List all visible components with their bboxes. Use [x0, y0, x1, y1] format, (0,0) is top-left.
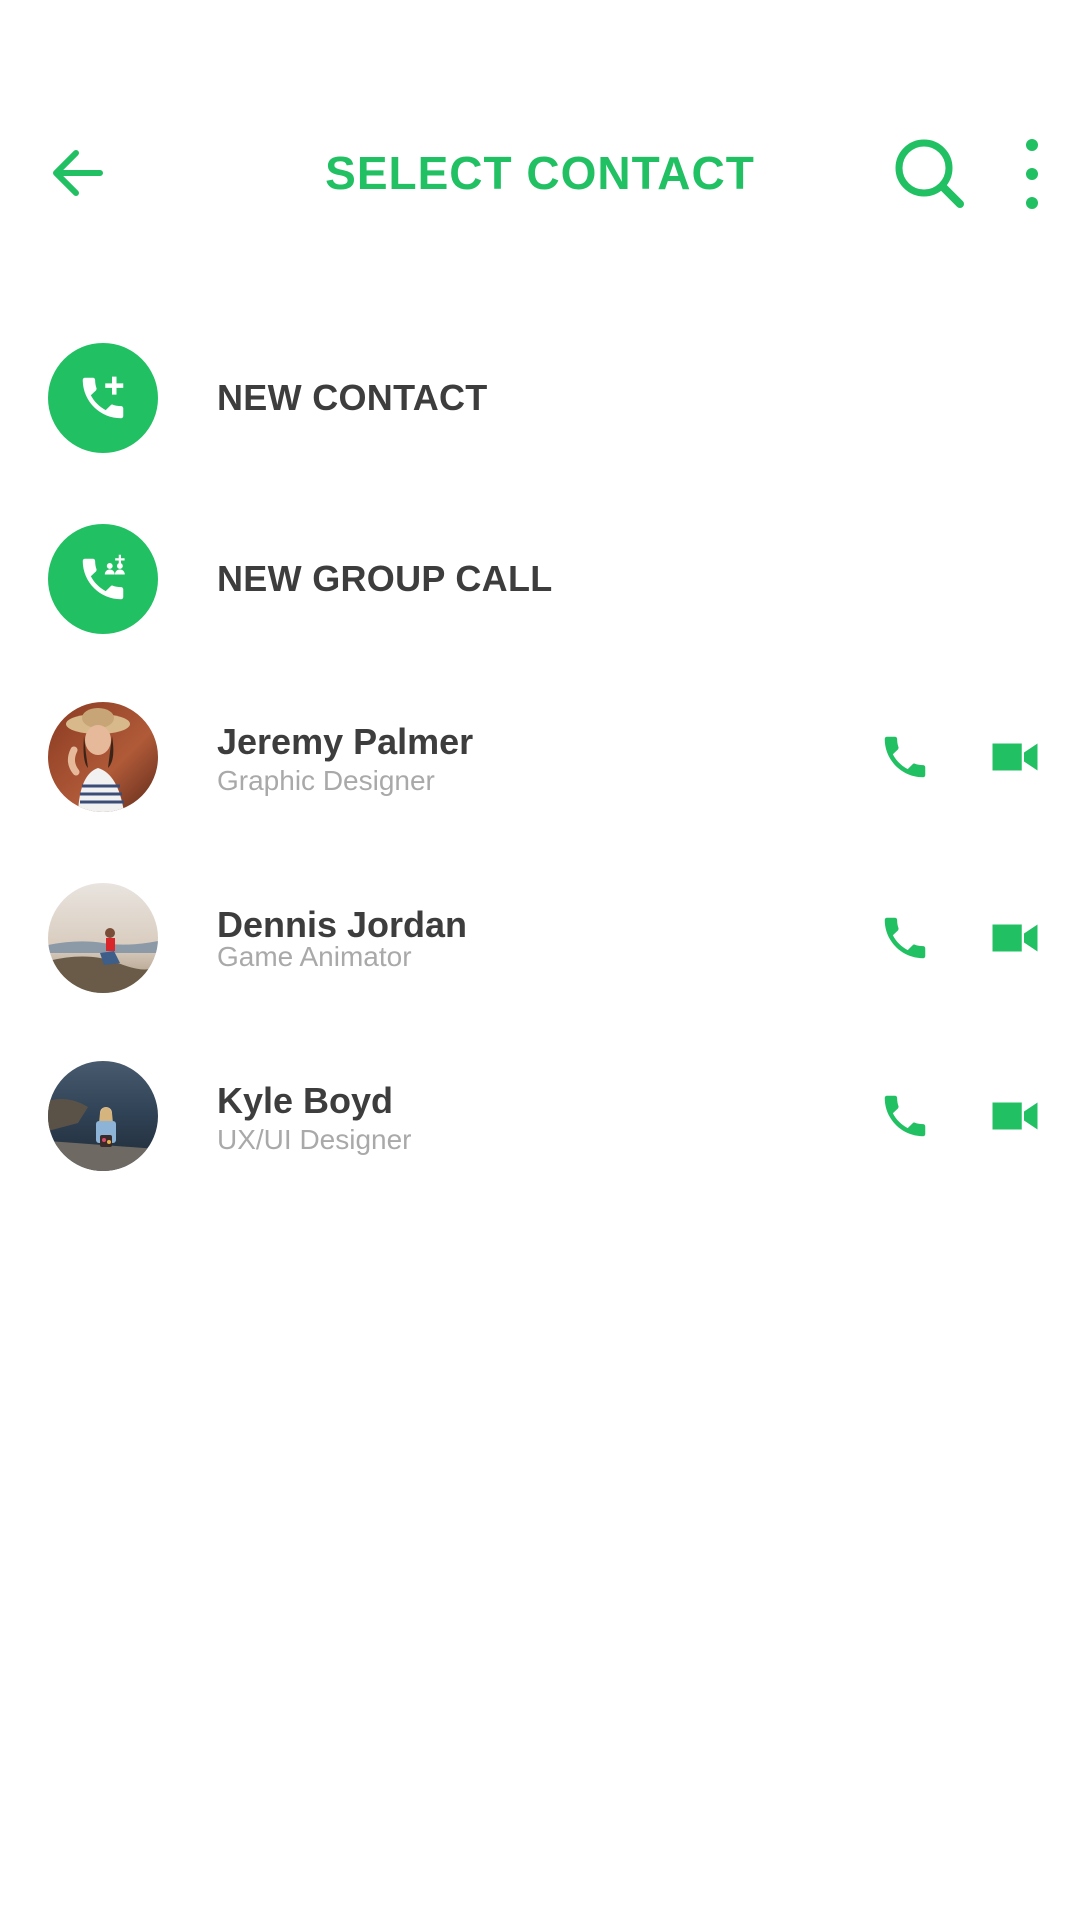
video-call-button[interactable]: [985, 908, 1045, 968]
contact-name: Jeremy Palmer: [217, 721, 474, 762]
avatar-photo: [48, 702, 158, 812]
search-icon: [895, 139, 964, 208]
new-group-call-row[interactable]: NEW GROUP CALL: [0, 524, 1080, 634]
contact-row[interactable]: Jeremy Palmer Graphic Designer: [0, 702, 1080, 812]
more-vertical-icon: [1026, 139, 1038, 209]
new-contact-icon-badge: [48, 343, 158, 453]
video-call-button[interactable]: [985, 727, 1045, 787]
search-button[interactable]: [888, 132, 972, 216]
contact-role: Graphic Designer: [217, 765, 435, 796]
contact-name: Kyle Boyd: [217, 1080, 394, 1121]
phone-icon: [884, 1095, 926, 1137]
voice-call-button[interactable]: [875, 908, 935, 968]
contact-role: UX/UI Designer: [217, 1124, 412, 1155]
new-contact-row[interactable]: NEW CONTACT: [0, 343, 1080, 453]
video-icon: [992, 743, 1038, 771]
new-contact-label: NEW CONTACT: [217, 377, 488, 418]
avatar[interactable]: [48, 702, 158, 812]
contact-row[interactable]: Kyle Boyd UX/UI Designer: [0, 1061, 1080, 1171]
video-icon: [992, 924, 1038, 952]
video-call-button[interactable]: [985, 1086, 1045, 1146]
phone-icon: [884, 917, 926, 959]
avatar[interactable]: [48, 1061, 158, 1171]
contact-role: Game Animator: [217, 941, 412, 972]
more-options-button[interactable]: [1010, 132, 1054, 216]
contact-row[interactable]: Dennis Jordan Game Animator: [0, 883, 1080, 993]
contact-name: Dennis Jordan: [217, 904, 468, 945]
video-icon: [992, 1102, 1038, 1130]
avatar-photo: [48, 883, 158, 993]
voice-call-button[interactable]: [875, 1086, 935, 1146]
new-group-call-label: NEW GROUP CALL: [217, 558, 553, 599]
group-call-icon: [82, 554, 125, 600]
phone-icon: [884, 736, 926, 778]
avatar[interactable]: [48, 883, 158, 993]
add-call-icon: [82, 376, 124, 419]
avatar-photo: [48, 1061, 158, 1171]
voice-call-button[interactable]: [875, 727, 935, 787]
new-group-call-icon-badge: [48, 524, 158, 634]
app-header: SELECT CONTACT: [0, 0, 1080, 340]
